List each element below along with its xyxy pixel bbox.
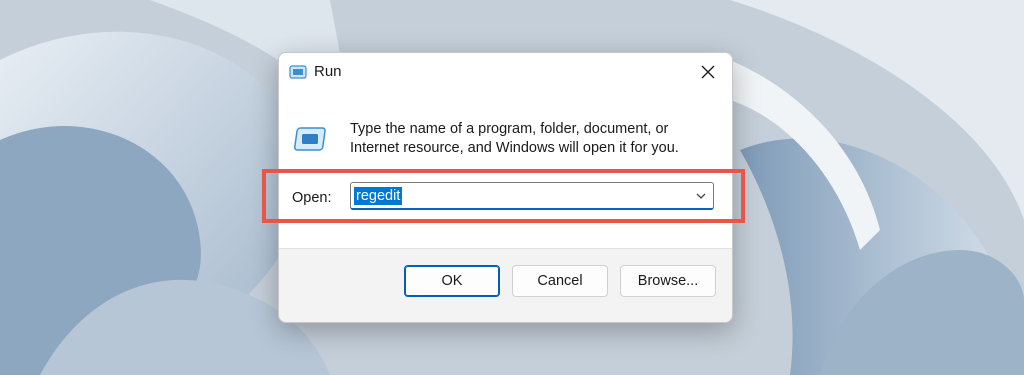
ok-button[interactable]: OK: [404, 265, 500, 297]
dialog-title: Run: [314, 63, 342, 80]
dialog-description: Type the name of a program, folder, docu…: [350, 121, 679, 156]
highlight-box: [262, 169, 745, 223]
run-icon: [289, 65, 307, 79]
close-icon: [701, 65, 715, 79]
run-program-icon: [293, 127, 326, 151]
title-bar: Run: [279, 53, 732, 91]
cancel-button[interactable]: Cancel: [512, 265, 608, 297]
browse-button[interactable]: Browse...: [620, 265, 716, 297]
close-button[interactable]: [690, 57, 726, 87]
